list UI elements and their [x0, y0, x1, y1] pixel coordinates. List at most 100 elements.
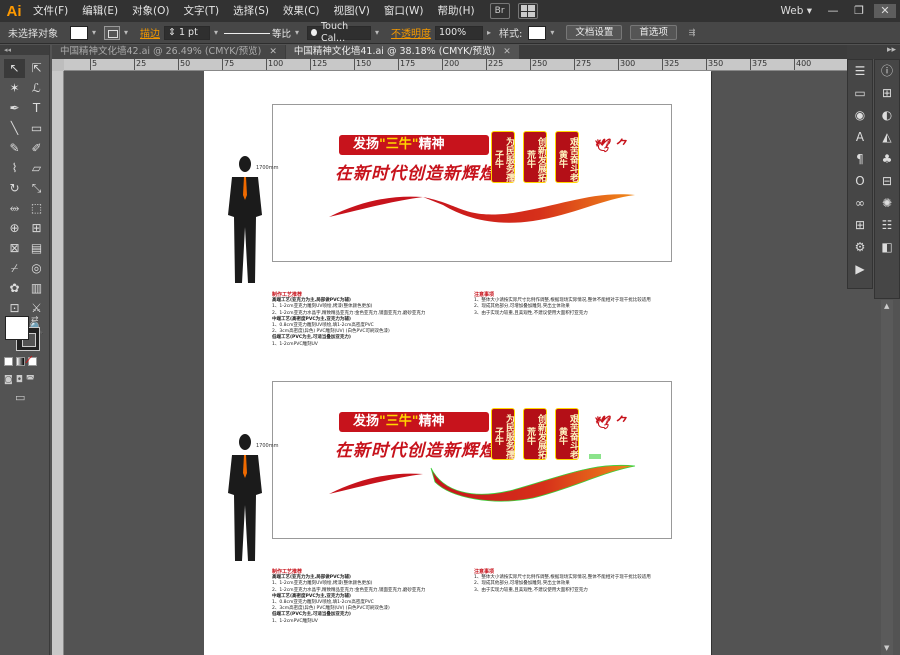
vertical-scrollbar[interactable] [881, 300, 893, 655]
column-graph-tool[interactable]: ▥ [26, 279, 47, 298]
scale-tool[interactable]: ⤡ [26, 179, 47, 198]
wall-design-preview[interactable]: 发扬"三牛"精神 在新时代创造新辉煌 为民服务孺子牛 创新发展拓荒牛 艰苦奋斗老… [272, 104, 672, 262]
arrange-documents-button[interactable] [517, 3, 538, 19]
fill-swatch[interactable] [70, 25, 88, 40]
horizontal-ruler[interactable]: 5 25 50 75 100 125 150 175 200 225 250 275 300 325 350… [52, 59, 847, 71]
panel-toggle-icon[interactable]: ◐ [875, 104, 899, 126]
symbol-sprayer-tool[interactable]: ✿ [4, 279, 25, 298]
swap-fill-stroke-icon[interactable]: ⇄ [31, 315, 39, 325]
draw-behind-icon[interactable]: ◘ [16, 375, 23, 385]
scroll-down-icon[interactable]: ▼ [884, 644, 889, 652]
panel-toggle-icon[interactable]: ◉ [848, 104, 872, 126]
fill-dropdown-icon[interactable]: ▾ [88, 26, 100, 40]
draw-normal-icon[interactable]: ◙ [4, 375, 13, 385]
ruler-origin[interactable] [52, 59, 64, 71]
blob-brush-tool[interactable]: ⌇ [4, 159, 25, 178]
menu-object[interactable]: 对象(O) [125, 0, 176, 22]
close-icon[interactable]: ✕ [269, 45, 277, 59]
brush-dropdown-icon[interactable]: ▾ [371, 26, 383, 40]
direct-selection-tool[interactable]: ⇱ [26, 59, 47, 78]
width-tool[interactable]: ⥈ [4, 199, 25, 218]
panel-toggle-icon[interactable]: ☰ [848, 60, 872, 82]
workspace-switcher[interactable]: Web ▾ [780, 5, 812, 17]
eyedropper-tool[interactable]: ⌿ [4, 259, 25, 278]
stroke-panel-link[interactable]: 描边 [140, 25, 160, 40]
panel-toggle-icon[interactable]: ⊟ [875, 170, 899, 192]
right-panel-grip[interactable]: ▸▸ [847, 45, 900, 59]
color-mode-button[interactable] [4, 357, 13, 366]
minimize-button[interactable]: — [822, 4, 844, 18]
close-icon[interactable]: ✕ [503, 45, 511, 59]
magic-wand-tool[interactable]: ✶ [4, 79, 25, 98]
brush-definition[interactable]: Touch Cal... [307, 21, 372, 44]
close-window-button[interactable]: ✕ [874, 4, 896, 18]
stroke-weight-dropdown-icon[interactable]: ▾ [210, 26, 222, 40]
wall-design-preview[interactable]: 发扬"三牛"精神 在新时代创造新辉煌 为民服务孺子牛 创新发展拓荒牛 艰苦奋斗老… [272, 381, 672, 539]
collapse-icon[interactable]: ▸▸ [887, 45, 896, 55]
graphic-style-dropdown-icon[interactable]: ▾ [546, 26, 558, 40]
vertical-ruler[interactable] [52, 71, 64, 655]
lasso-tool[interactable]: ℒ [26, 79, 47, 98]
menu-file[interactable]: 文件(F) [26, 0, 75, 22]
draw-inside-icon[interactable]: ◚ [26, 375, 35, 385]
graphic-style-swatch[interactable] [528, 25, 547, 40]
perspective-grid-tool[interactable]: ⊞ [26, 219, 47, 238]
type-tool[interactable]: T [26, 99, 47, 118]
restore-button[interactable]: ❐ [848, 4, 870, 18]
panel-toggle-icon[interactable]: ☷ [875, 214, 899, 236]
panel-toggle-icon[interactable]: ∞ [848, 192, 872, 214]
document-setup-button[interactable]: 文档设置 [566, 25, 623, 40]
pencil-tool[interactable]: ✐ [26, 139, 47, 158]
panel-toggle-icon[interactable]: ⚙ [848, 236, 872, 258]
stroke-weight-field[interactable]: ⇕ 1 pt [164, 25, 210, 40]
tab-document-42[interactable]: 中国精神文化墙42.ai @ 26.49% (CMYK/预览) ✕ [52, 45, 285, 59]
eraser-tool[interactable]: ▱ [26, 159, 47, 178]
panel-toggle-icon[interactable]: ✺ [875, 192, 899, 214]
panel-toggle-icon[interactable]: A [848, 126, 872, 148]
paintbrush-tool[interactable]: ✎ [4, 139, 25, 158]
menu-view[interactable]: 视图(V) [327, 0, 377, 22]
menu-type[interactable]: 文字(T) [177, 0, 227, 22]
gradient-tool[interactable]: ▤ [26, 239, 47, 258]
menu-window[interactable]: 窗口(W) [377, 0, 431, 22]
stroke-swatch[interactable] [104, 25, 120, 40]
fill-color-box[interactable] [5, 316, 29, 340]
variable-width-profile[interactable] [222, 26, 272, 40]
line-tool[interactable]: ╲ [4, 119, 25, 138]
panel-toggle-icon[interactable]: ¶ [848, 148, 872, 170]
panel-toggle-icon[interactable]: O [848, 170, 872, 192]
preferences-button[interactable]: 首选项 [630, 25, 677, 40]
none-mode-button[interactable]: ⁄ [28, 355, 37, 366]
panel-grip[interactable]: ◂◂ [0, 45, 49, 55]
panel-toggle-icon[interactable]: ▭ [848, 82, 872, 104]
menu-edit[interactable]: 编辑(E) [75, 0, 125, 22]
gradient-mode-button[interactable] [16, 357, 25, 366]
pen-tool[interactable]: ✒ [4, 99, 25, 118]
free-transform-tool[interactable]: ⬚ [26, 199, 47, 218]
panel-toggle-icon[interactable]: ♣ [875, 148, 899, 170]
shape-builder-tool[interactable]: ⊕ [4, 219, 25, 238]
opacity-panel-link[interactable]: 不透明度 [391, 25, 431, 40]
panel-toggle-icon[interactable]: ⓘ [875, 60, 899, 82]
bridge-button[interactable]: Br [489, 3, 510, 19]
panel-toggle-icon[interactable]: ⊞ [875, 82, 899, 104]
panel-toggle-icon[interactable]: ◭ [875, 126, 899, 148]
panel-toggle-icon[interactable]: ▶ [848, 258, 872, 280]
opacity-dropdown-icon[interactable]: ▸ [483, 26, 495, 40]
artboard[interactable]: 发扬"三牛"精神 在新时代创造新辉煌 为民服务孺子牛 创新发展拓荒牛 艰苦奋斗老… [204, 71, 711, 655]
menu-help[interactable]: 帮助(H) [431, 0, 482, 22]
profile-dropdown-icon[interactable]: ▾ [291, 26, 303, 40]
opacity-field[interactable]: 100% [435, 25, 484, 40]
scroll-up-icon[interactable]: ▲ [884, 302, 889, 310]
tab-document-41[interactable]: 中国精神文化墙41.ai @ 38.18% (CMYK/预览) ✕ [285, 45, 519, 59]
mesh-tool[interactable]: ⊠ [4, 239, 25, 258]
canvas[interactable]: 发扬"三牛"精神 在新时代创造新辉煌 为民服务孺子牛 创新发展拓荒牛 艰苦奋斗老… [64, 71, 847, 655]
panel-toggle-icon[interactable]: ◧ [875, 236, 899, 258]
selection-tool[interactable]: ↖ [4, 59, 25, 78]
stroke-dropdown-icon[interactable]: ▾ [120, 26, 132, 40]
rectangle-tool[interactable]: ▭ [26, 119, 47, 138]
align-options-icon[interactable]: ⇶ [683, 26, 701, 40]
screen-mode-icon[interactable]: ▭ [15, 391, 25, 404]
menu-effect[interactable]: 效果(C) [276, 0, 327, 22]
menu-select[interactable]: 选择(S) [226, 0, 276, 22]
